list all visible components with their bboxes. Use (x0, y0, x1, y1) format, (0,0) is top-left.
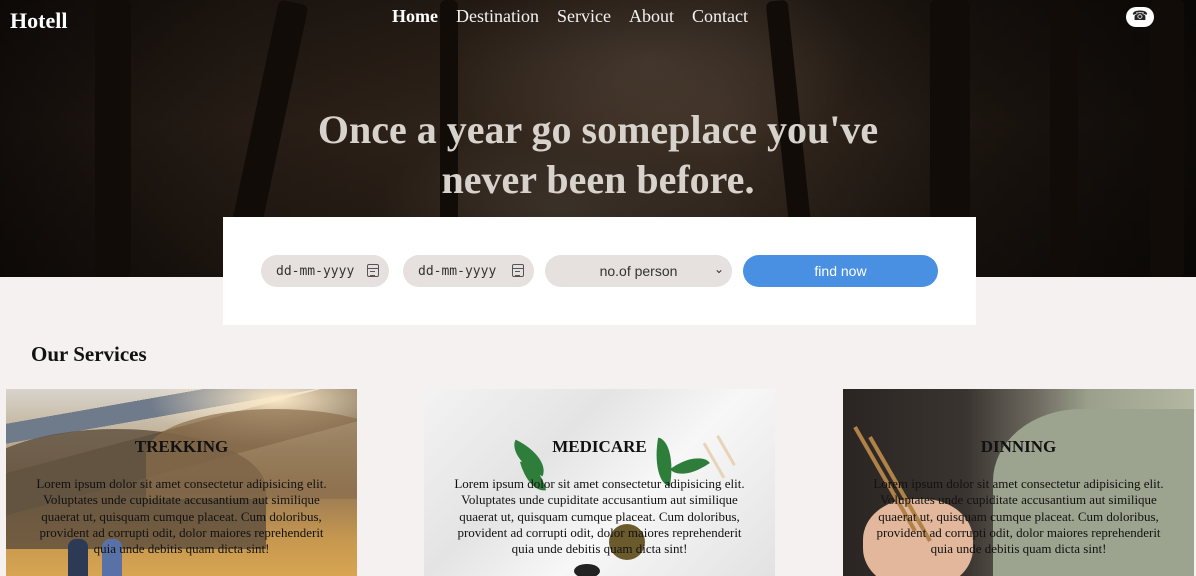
nav-service[interactable]: Service (557, 6, 611, 27)
hero-headline: Once a year go someplace you've never be… (0, 105, 1196, 205)
card-description: Lorem ipsum dolor sit amet consectetur a… (36, 476, 327, 557)
services-title: Our Services (31, 342, 147, 366)
service-card-medicare[interactable]: MEDICARE Lorem ipsum dolor sit amet cons… (424, 389, 775, 576)
checkin-date-value: dd-mm-yyyy (276, 263, 355, 279)
persons-select[interactable]: no.of person ⌄ (545, 255, 732, 287)
bowl-image (574, 564, 600, 576)
checkin-date-input[interactable]: dd-mm-yyyy (261, 255, 389, 287)
calendar-icon[interactable] (367, 264, 379, 277)
checkout-date-input[interactable]: dd-mm-yyyy (403, 255, 534, 287)
service-card-trekking[interactable]: TREKKING Lorem ipsum dolor sit amet cons… (6, 389, 357, 576)
site-logo[interactable]: Hotell (10, 8, 67, 34)
card-title: DINNING (980, 437, 1057, 456)
card-title: MEDICARE (552, 437, 647, 456)
persons-select-value: no.of person (599, 263, 678, 279)
find-now-button[interactable]: find now (743, 255, 938, 287)
phone-icon[interactable]: ☎ (1126, 7, 1154, 27)
calendar-icon[interactable] (512, 264, 524, 277)
nav-destination[interactable]: Destination (456, 6, 539, 27)
card-title: TREKKING (134, 437, 229, 456)
nav-home[interactable]: Home (392, 6, 438, 27)
main-nav: Home Destination Service About Contact (392, 6, 748, 27)
nav-about[interactable]: About (629, 6, 674, 27)
service-card-dinning[interactable]: DINNING Lorem ipsum dolor sit amet conse… (843, 389, 1194, 576)
chevron-down-icon: ⌄ (713, 262, 724, 276)
hero-headline-line1: Once a year go someplace you've (317, 107, 879, 152)
card-description: Lorem ipsum dolor sit amet consectetur a… (454, 476, 745, 557)
nav-contact[interactable]: Contact (692, 6, 748, 27)
checkout-date-value: dd-mm-yyyy (418, 263, 497, 279)
hero-headline-line2: never been before. (441, 157, 755, 202)
card-description: Lorem ipsum dolor sit amet consectetur a… (873, 476, 1164, 557)
booking-form: dd-mm-yyyy dd-mm-yyyy no.of person ⌄ fin… (223, 217, 976, 325)
